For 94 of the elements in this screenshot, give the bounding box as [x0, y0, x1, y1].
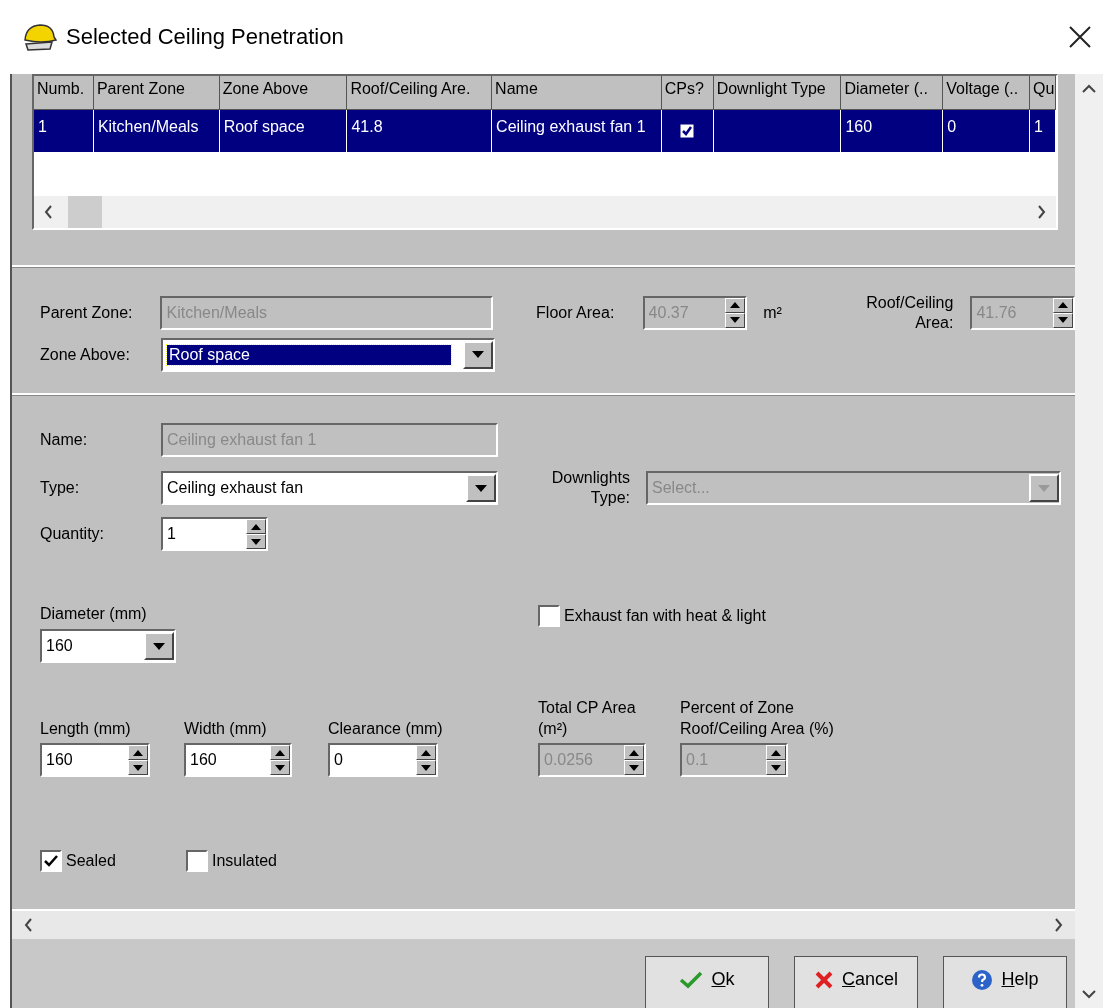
- table-cell: 1: [34, 110, 94, 152]
- table-cell: 0: [943, 110, 1031, 152]
- triangle-down-icon: [133, 764, 143, 771]
- dropdown-button[interactable]: [144, 632, 174, 661]
- ok-button[interactable]: Ok: [645, 956, 769, 1008]
- field-label: Clearance (mm): [328, 719, 444, 740]
- field-label: Width (mm): [184, 719, 268, 740]
- column-header[interactable]: Zone Above: [219, 76, 348, 110]
- vertical-scrollbar[interactable]: [1075, 74, 1103, 1008]
- scroll-right-icon[interactable]: [1052, 916, 1065, 934]
- triangle-up-icon: [133, 749, 143, 756]
- help-icon: [971, 968, 994, 991]
- cross-icon: [814, 969, 834, 990]
- table-cell: Kitchen/Meals: [93, 110, 220, 152]
- dropdown-button[interactable]: [466, 474, 496, 503]
- spin-down-button[interactable]: [270, 760, 290, 776]
- triangle-down-icon: [771, 764, 781, 771]
- help-button[interactable]: Help: [943, 956, 1067, 1008]
- field-label: Parent Zone:: [40, 303, 134, 322]
- combo-box[interactable]: Ceiling exhaust fan: [161, 471, 498, 506]
- unit-label: m²: [763, 303, 782, 322]
- column-header[interactable]: CPs?: [661, 76, 714, 110]
- field-label: Quantity:: [40, 525, 106, 544]
- scroll-left-icon[interactable]: [22, 916, 35, 934]
- spin-field[interactable]: 0: [328, 743, 438, 778]
- table-cell: Ceiling exhaust fan 1: [492, 110, 662, 152]
- table-cell: 160: [841, 110, 944, 152]
- checkmark-icon: [44, 855, 58, 868]
- field-label: Length (mm): [40, 719, 132, 740]
- column-header[interactable]: Roof/Ceiling Are.: [347, 76, 493, 110]
- horizontal-scrollbar[interactable]: [12, 909, 1075, 939]
- combo-box[interactable]: 160: [40, 629, 176, 664]
- column-header[interactable]: Numb.: [34, 76, 94, 110]
- triangle-down-icon: [251, 538, 261, 545]
- checkbox[interactable]: Insulated: [186, 850, 277, 873]
- triangle-up-icon: [1058, 302, 1068, 309]
- cancel-button[interactable]: Cancel: [794, 956, 918, 1008]
- column-header[interactable]: Voltage (..: [943, 76, 1031, 110]
- field-label: Floor Area:: [536, 303, 616, 322]
- close-icon[interactable]: [1069, 26, 1091, 48]
- spin-field[interactable]: 160: [40, 743, 150, 778]
- triangle-up-icon: [771, 749, 781, 756]
- spin-field[interactable]: 160: [184, 743, 292, 778]
- triangle-down-icon: [153, 642, 165, 650]
- triangle-up-icon: [275, 749, 285, 756]
- field-label: Total CP Area (m²): [538, 698, 637, 740]
- triangle-down-icon: [275, 764, 285, 771]
- spin-up-button[interactable]: [128, 745, 148, 761]
- table-cell: 41.8: [347, 110, 493, 152]
- checkbox[interactable]: Exhaust fan with heat & light: [538, 605, 766, 628]
- triangle-down-icon: [421, 764, 431, 771]
- triangle-up-icon: [251, 523, 261, 530]
- triangle-down-icon: [1038, 484, 1050, 492]
- field-label: Zone Above:: [40, 345, 131, 364]
- scroll-left-icon[interactable]: [42, 203, 55, 221]
- triangle-down-icon: [730, 317, 741, 324]
- triangle-up-icon: [730, 302, 741, 309]
- spin-up-button[interactable]: [416, 745, 436, 761]
- spin-up-button[interactable]: [270, 745, 290, 761]
- column-header[interactable]: Downlight Type: [713, 76, 842, 110]
- column-header[interactable]: Name: [492, 76, 662, 110]
- hard-hat-icon: [22, 22, 58, 52]
- window-title: Selected Ceiling Penetration: [66, 24, 345, 50]
- table-cell: 1: [1030, 110, 1056, 152]
- field-label: Percent of Zone Roof/Ceiling Area (%): [680, 698, 835, 740]
- checkbox[interactable]: Sealed: [40, 850, 186, 873]
- spin-down-button[interactable]: [416, 760, 436, 776]
- spin-up-button[interactable]: [246, 519, 266, 535]
- field-label: Name:: [40, 431, 89, 450]
- spin-down-button[interactable]: [128, 760, 148, 776]
- field-label: Diameter (mm): [40, 605, 148, 624]
- field-label: Roof/Ceiling Area:: [865, 292, 954, 333]
- triangle-up-icon: [629, 749, 639, 756]
- spin-field[interactable]: 1: [161, 517, 268, 552]
- table-cell: Roof space: [219, 110, 348, 152]
- checkbox[interactable]: [679, 123, 696, 139]
- combo-box[interactable]: Roof space: [161, 337, 495, 372]
- triangle-down-icon: [475, 484, 487, 492]
- scroll-right-icon[interactable]: [1035, 203, 1048, 221]
- dropdown-button[interactable]: [463, 340, 493, 369]
- column-header[interactable]: Parent Zone: [93, 76, 220, 110]
- field-label: Downlights Type:: [550, 468, 630, 509]
- table-row[interactable]: 1 Kitchen/Meals Roof space 41.8 Ceiling exhaust fan 1 160 0 1: [34, 110, 1056, 152]
- column-header[interactable]: Qu: [1030, 76, 1056, 110]
- triangle-down-icon: [1058, 317, 1068, 324]
- horizontal-scrollbar[interactable]: [34, 196, 1056, 228]
- triangle-down-icon: [629, 764, 639, 771]
- field-label: Type:: [40, 479, 81, 498]
- scrollbar-thumb[interactable]: [68, 196, 102, 228]
- spin-down-button[interactable]: [246, 534, 266, 550]
- triangle-down-icon: [472, 351, 484, 359]
- checkmark-icon: [679, 970, 704, 989]
- triangle-up-icon: [421, 749, 431, 756]
- column-header[interactable]: Diameter (..: [841, 76, 944, 110]
